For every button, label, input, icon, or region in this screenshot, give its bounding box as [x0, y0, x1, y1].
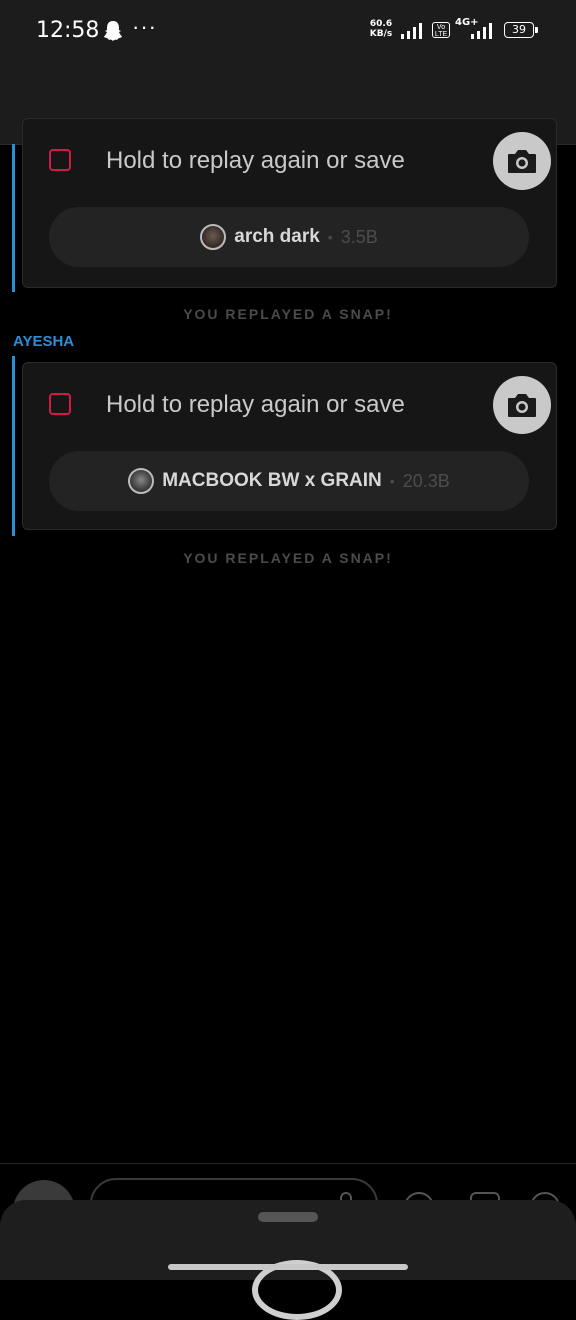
snap-checkbox[interactable] — [49, 393, 71, 415]
signal-icon — [401, 23, 422, 39]
message-thread-bar — [12, 356, 15, 536]
camera-icon — [508, 394, 536, 417]
lens-creator-avatar — [128, 468, 155, 494]
snap-message-text: Hold to replay again or save — [106, 391, 405, 418]
volte-icon: Vo LTE — [432, 22, 450, 38]
lens-size: 3.5B — [340, 226, 378, 247]
lens-size: 20.3B — [402, 470, 450, 491]
snapchat-ghost-icon — [104, 21, 122, 41]
sender-name[interactable]: AYESHA — [13, 333, 74, 350]
status-time: 12:58 — [36, 18, 100, 43]
lens-separator: • — [327, 229, 333, 245]
lens-name: arch dark — [234, 226, 320, 247]
battery-icon: 39 — [504, 22, 534, 38]
replay-note: YOU REPLAYED A SNAP! — [183, 306, 393, 322]
save-snap-button[interactable] — [493, 376, 551, 434]
home-indicator[interactable] — [168, 1264, 408, 1270]
message-thread-bar — [12, 144, 15, 292]
lens-name: MACBOOK BW x GRAIN — [162, 470, 382, 491]
snap-checkbox[interactable] — [49, 149, 71, 171]
lens-creator-avatar — [200, 224, 227, 250]
lens-separator: • — [389, 473, 395, 489]
lens-chip[interactable]: arch dark • 3.5B — [49, 207, 529, 267]
network-speed: 60.6 KB/s — [369, 19, 393, 39]
save-snap-button[interactable] — [493, 132, 551, 190]
snap-message-card[interactable]: Hold to replay again or save MACBOOK BW … — [22, 362, 557, 530]
camera-icon — [508, 150, 536, 173]
signal-icon-2 — [471, 23, 492, 39]
replay-note: YOU REPLAYED A SNAP! — [183, 550, 393, 566]
lens-chip[interactable]: MACBOOK BW x GRAIN • 20.3B — [49, 451, 529, 511]
battery-tip — [535, 27, 538, 33]
more-notifications-icon: ··· — [132, 14, 157, 39]
chat-bar-divider — [0, 1163, 576, 1164]
snap-message-text: Hold to replay again or save — [106, 147, 405, 174]
status-bar: 12:58 ··· 60.6 KB/s Vo LTE 4G+ 39 — [0, 0, 576, 62]
snap-message-card[interactable]: Hold to replay again or save arch dark •… — [22, 118, 557, 288]
sheet-drag-handle[interactable] — [258, 1212, 318, 1222]
